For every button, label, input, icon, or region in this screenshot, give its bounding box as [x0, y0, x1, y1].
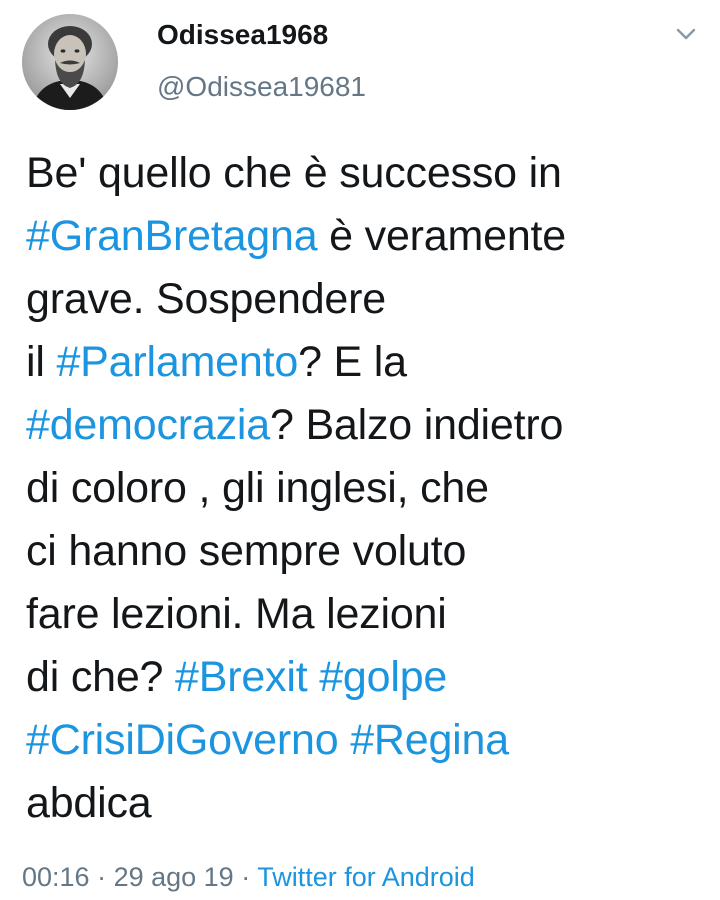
bearded-man-portrait-icon: [22, 14, 118, 110]
tweet-text-line: #GranBretagna è veramente: [26, 205, 706, 268]
tweet-date: 29 ago 19: [113, 862, 234, 892]
tweet-text-line: Be' quello che è successo in: [26, 142, 706, 205]
tweet-time: 00:16: [22, 862, 90, 892]
tweet-text-line: abdica: [26, 772, 706, 835]
meta-separator: ·: [89, 862, 114, 892]
tweet-text-segment: grave. Sospendere: [26, 275, 386, 323]
tweet-text-segment: ci hanno sempre voluto: [26, 527, 467, 575]
tweet-text-segment: fare lezioni. Ma lezioni: [26, 590, 447, 638]
tweet-text-line: il #Parlamento? E la: [26, 331, 706, 394]
hashtag-link[interactable]: #democrazia: [26, 401, 270, 449]
tweet-source-link[interactable]: Twitter for Android: [257, 862, 475, 892]
hashtag-link[interactable]: #CrisiDiGoverno: [26, 716, 339, 764]
tweet-text-line: grave. Sospendere: [26, 268, 706, 331]
tweet-meta: 00:16 · 29 ago 19 · Twitter for Android: [22, 860, 475, 894]
tweet-header: Odissea1968 @Odissea19681: [0, 0, 720, 120]
meta-separator: ·: [233, 862, 258, 892]
user-handle[interactable]: @Odissea19681: [157, 70, 366, 104]
tweet-text-segment: il: [26, 338, 57, 386]
tweet-text-line: ci hanno sempre voluto: [26, 520, 706, 583]
tweet-text-segment: [338, 716, 350, 764]
tweet-text-line: #democrazia? Balzo indietro: [26, 394, 706, 457]
tweet-text-line: fare lezioni. Ma lezioni: [26, 583, 706, 646]
tweet-text-segment: di che?: [26, 653, 176, 701]
hashtag-link[interactable]: #GranBretagna: [26, 212, 318, 260]
hashtag-link[interactable]: #Parlamento: [56, 338, 298, 386]
tweet-text-line: di coloro , gli inglesi, che: [26, 457, 706, 520]
tweet-text-segment: è veramente: [317, 212, 567, 260]
tweet-text-segment: [307, 653, 319, 701]
tweet-text-segment: di coloro , gli inglesi, che: [26, 464, 489, 512]
tweet-text-segment: ? Balzo indietro: [269, 401, 564, 449]
tweet-text-segment: abdica: [26, 779, 152, 827]
tweet-text-line: #CrisiDiGoverno #Regina: [26, 709, 706, 772]
tweet-text-segment: ? E la: [298, 338, 407, 386]
tweet-text-segment: Be' quello che è successo in: [26, 149, 562, 197]
chevron-down-icon[interactable]: [672, 24, 700, 44]
tweet-text: Be' quello che è successo in #GranBretagn…: [26, 142, 706, 835]
hashtag-link[interactable]: #Brexit: [175, 653, 308, 701]
hashtag-link[interactable]: #golpe: [319, 653, 447, 701]
display-name[interactable]: Odissea1968: [157, 18, 328, 52]
hashtag-link[interactable]: #Regina: [350, 716, 509, 764]
tweet-text-line: di che? #Brexit #golpe: [26, 646, 706, 709]
avatar[interactable]: [22, 14, 118, 110]
